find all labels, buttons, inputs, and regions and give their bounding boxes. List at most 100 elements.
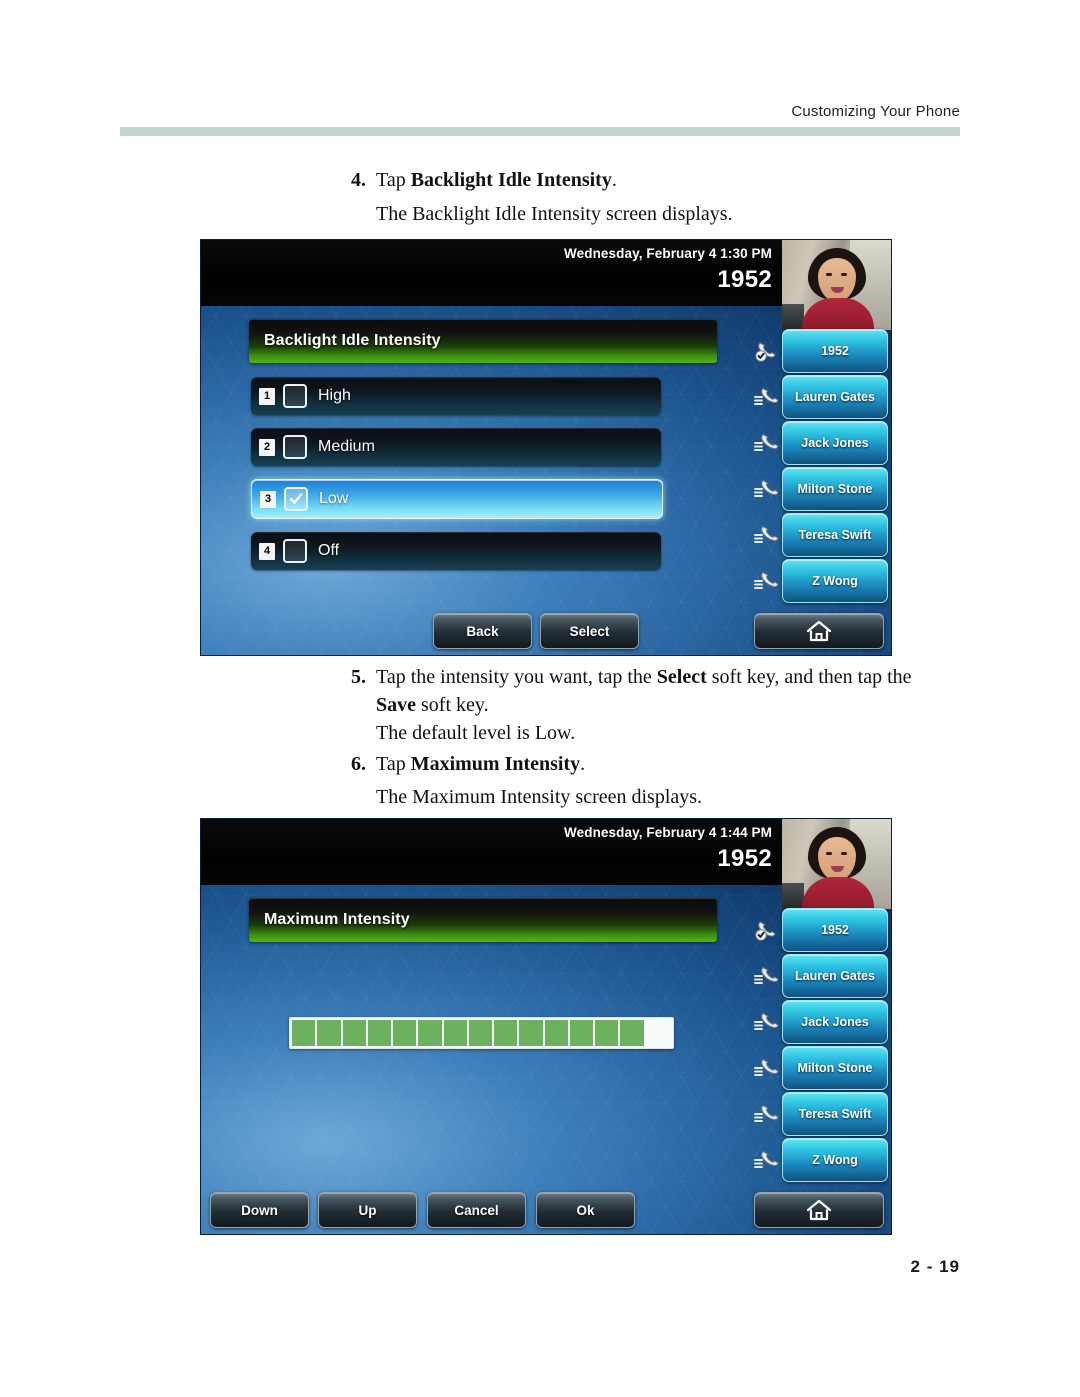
soft-key-select[interactable]: Select	[540, 613, 639, 649]
screen-title-1: Backlight Idle Intensity	[264, 332, 441, 349]
checkbox-low[interactable]	[284, 487, 308, 511]
line-key-label-z-wong: Z Wong	[812, 574, 858, 588]
line-key-button-z-wong[interactable]: Z Wong	[782, 559, 888, 603]
line-key-lauren-gates[interactable]: Lauren Gates	[753, 375, 888, 419]
line-key-button-lauren-gates[interactable]: Lauren Gates	[782, 375, 888, 419]
step-5-line1-post: soft key, and then tap the	[706, 666, 912, 688]
line-key-button-jack-jones[interactable]: Jack Jones	[782, 421, 888, 465]
soft-key-down[interactable]: Down	[210, 1192, 309, 1228]
checkbox-medium[interactable]	[283, 435, 307, 459]
line-key-button-teresa-swift[interactable]: Teresa Swift	[782, 513, 888, 557]
soft-key-up[interactable]: Up	[318, 1192, 417, 1228]
avatar-eye-right	[841, 852, 847, 855]
progress-segment	[620, 1020, 644, 1046]
line-key-milton-stone[interactable]: Milton Stone	[753, 467, 888, 511]
line-key-teresa-swift[interactable]: Teresa Swift	[753, 513, 888, 557]
step-5: 5. Tap the intensity you want, tap the S…	[330, 663, 950, 719]
line-key-label-teresa-swift: Teresa Swift	[798, 528, 872, 542]
line-key-label-z-wong: Z Wong	[812, 1153, 858, 1167]
status-extension-2: 1952	[717, 845, 772, 872]
step-4-text: Tap Backlight Idle Intensity.	[376, 166, 617, 194]
soft-key-cancel[interactable]: Cancel	[427, 1192, 526, 1228]
step-5-number: 5.	[351, 666, 366, 688]
progress-segment	[519, 1020, 543, 1046]
avatar-eye-right	[841, 273, 847, 276]
handset-registered-icon	[755, 342, 776, 362]
step-5-line2-bold: Save	[376, 694, 416, 716]
soft-key-bar-2: Down Up Cancel Ok	[201, 1192, 891, 1228]
line-key-label-lauren-gates: Lauren Gates	[795, 390, 875, 404]
intensity-progress-bar[interactable]	[289, 1017, 674, 1049]
step-4-number: 4.	[351, 169, 366, 191]
menu-row-off[interactable]: 4 Off	[251, 532, 661, 570]
step-6-note: The Maximum Intensity screen displays.	[376, 786, 703, 808]
menu-index-2: 2	[259, 438, 275, 456]
phone-screen-backlight-idle-intensity: Wednesday, February 4 1:30 PM 1952 Backl…	[201, 240, 891, 655]
line-key-milton-stone[interactable]: Milton Stone	[753, 1046, 888, 1090]
progress-segment	[595, 1020, 619, 1046]
progress-segment	[468, 1020, 493, 1046]
progress-segment	[367, 1020, 392, 1046]
menu-row-low[interactable]: 3 Low	[251, 479, 663, 519]
soft-key-ok[interactable]: Ok	[536, 1192, 635, 1228]
step-4-text-pre: Tap	[376, 169, 411, 191]
step-6-text-post: .	[580, 753, 586, 775]
line-key-jack-jones[interactable]: Jack Jones	[753, 1000, 888, 1044]
menu-row-high[interactable]: 1 High	[251, 377, 661, 415]
handset-speeddial-icon	[754, 1104, 779, 1122]
soft-key-home-2[interactable]	[754, 1192, 884, 1228]
line-key-label-1952: 1952	[821, 923, 849, 937]
line-key-1952[interactable]: 1952	[753, 329, 888, 373]
line-key-button-1952[interactable]: 1952	[782, 329, 888, 373]
step-6-text: Tap Maximum Intensity.	[376, 750, 585, 778]
page-number: 2 - 19	[910, 1257, 960, 1276]
soft-key-back[interactable]: Back	[433, 613, 532, 649]
handset-speeddial-icon	[754, 1012, 779, 1030]
status-bar-2: Wednesday, February 4 1:44 PM 1952	[201, 819, 782, 885]
menu-row-medium[interactable]: 2 Medium	[251, 428, 661, 466]
menu-index-3: 3	[260, 490, 276, 508]
line-key-label-1952: 1952	[821, 344, 849, 358]
line-key-lauren-gates[interactable]: Lauren Gates	[753, 954, 888, 998]
status-bar-1: Wednesday, February 4 1:30 PM 1952	[201, 240, 782, 306]
avatar-eye-left	[826, 273, 832, 276]
soft-key-bar-1: Back Select	[201, 613, 891, 649]
handset-speeddial-icon	[754, 525, 779, 543]
step-5-line1-pre: Tap the intensity you want, tap the	[376, 666, 657, 688]
handset-speeddial-icon	[754, 1058, 779, 1076]
progress-segment	[544, 1020, 568, 1046]
soft-key-label-back: Back	[466, 623, 499, 639]
line-key-button-milton-stone[interactable]: Milton Stone	[782, 1046, 888, 1090]
progress-segment	[569, 1020, 594, 1046]
line-key-1952[interactable]: 1952	[753, 908, 888, 952]
checkbox-off[interactable]	[283, 539, 307, 563]
progress-segment	[317, 1020, 341, 1046]
menu-label-medium: Medium	[318, 438, 375, 455]
video-preview-thumbnail-2[interactable]	[782, 819, 891, 909]
avatar-eye-left	[826, 852, 832, 855]
step-6-text-bold: Maximum Intensity	[410, 753, 581, 775]
soft-key-home-1[interactable]	[754, 613, 884, 649]
handset-speeddial-icon	[754, 1150, 779, 1168]
menu-index-1: 1	[259, 387, 275, 405]
line-key-button-teresa-swift[interactable]: Teresa Swift	[782, 1092, 888, 1136]
line-key-label-jack-jones: Jack Jones	[801, 1015, 869, 1029]
line-key-button-lauren-gates[interactable]: Lauren Gates	[782, 954, 888, 998]
line-key-button-milton-stone[interactable]: Milton Stone	[782, 467, 888, 511]
step-5-text: Tap the intensity you want, tap the Sele…	[376, 663, 950, 719]
checkbox-high[interactable]	[283, 384, 307, 408]
step-5-line1-bold: Select	[656, 666, 707, 688]
video-preview-thumbnail-1[interactable]	[782, 240, 891, 330]
progress-segment	[342, 1020, 366, 1046]
line-key-z-wong[interactable]: Z Wong	[753, 559, 888, 603]
progress-segment	[418, 1020, 442, 1046]
line-key-z-wong[interactable]: Z Wong	[753, 1138, 888, 1182]
handset-speeddial-icon	[754, 479, 779, 497]
line-key-jack-jones[interactable]: Jack Jones	[753, 421, 888, 465]
status-datetime-2: Wednesday, February 4 1:44 PM	[564, 825, 772, 840]
line-key-button-1952[interactable]: 1952	[782, 908, 888, 952]
line-key-teresa-swift[interactable]: Teresa Swift	[753, 1092, 888, 1136]
line-key-button-z-wong[interactable]: Z Wong	[782, 1138, 888, 1182]
line-key-button-jack-jones[interactable]: Jack Jones	[782, 1000, 888, 1044]
menu-label-off: Off	[318, 542, 340, 559]
